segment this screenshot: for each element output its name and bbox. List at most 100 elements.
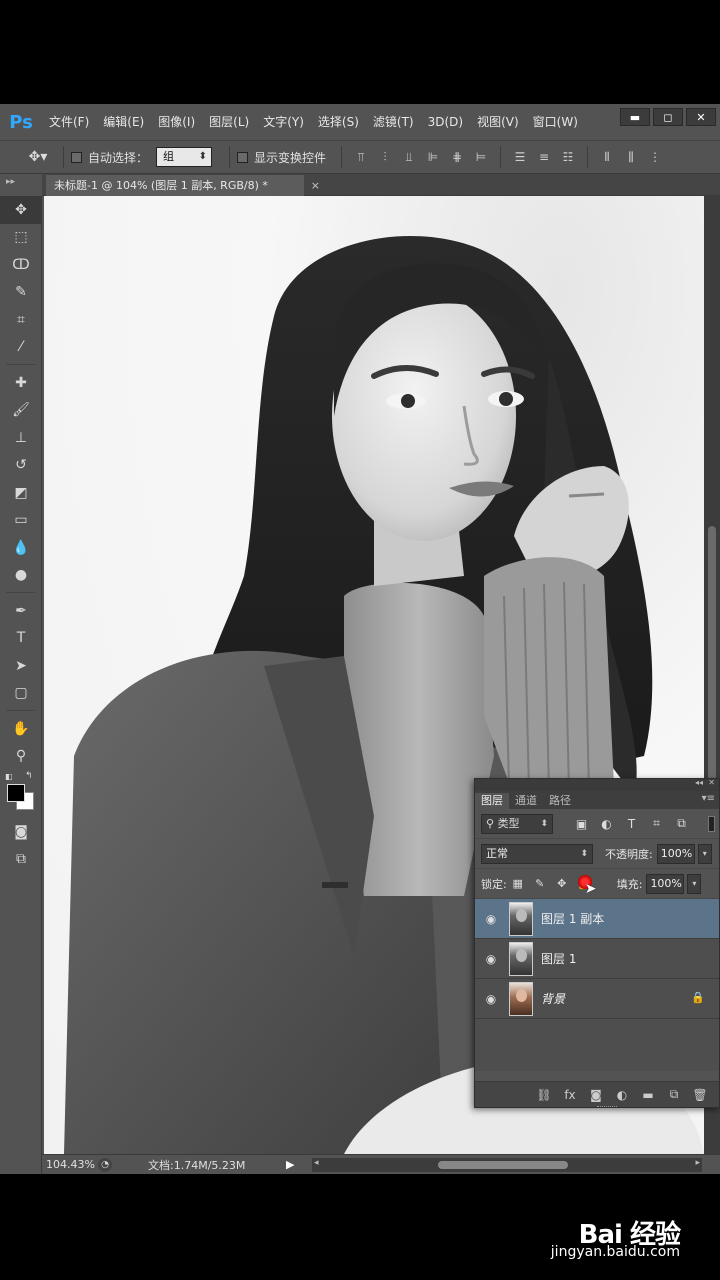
scroll-right-icon[interactable]: ▸ (695, 1158, 700, 1168)
tab-layers[interactable]: 图层 (475, 793, 509, 809)
menu-edit[interactable]: 编辑(E) (96, 104, 151, 140)
distribute-right-icon[interactable]: ⋮ (643, 146, 667, 168)
align-vcenter-icon[interactable]: ⫶ (373, 146, 397, 168)
brush-tool-icon[interactable]: 🖌 (0, 397, 42, 425)
add-mask-icon[interactable]: ◙ (583, 1088, 609, 1102)
filter-toggle-switch[interactable] (708, 816, 715, 832)
opacity-input[interactable]: 100% (656, 843, 695, 864)
move-tool-icon[interactable]: ✥ (0, 196, 42, 224)
menu-type[interactable]: 文字(Y) (256, 104, 311, 140)
layer-name[interactable]: 图层 1 副本 (541, 910, 604, 927)
align-bottom-icon[interactable]: ⫫ (397, 146, 421, 168)
swap-colors-icon[interactable]: ↰ (25, 771, 33, 781)
tab-paths[interactable]: 路径 (543, 793, 577, 809)
filter-pixel-icon[interactable]: ▣ (569, 817, 594, 831)
layer-filter-dropdown[interactable]: ⚲ 类型 (481, 813, 553, 834)
gradient-tool-icon[interactable]: ▭ (0, 507, 42, 535)
menu-3d[interactable]: 3D(D) (421, 104, 470, 140)
screen-mode-icon[interactable]: ⧉ (0, 846, 42, 874)
layer-row[interactable]: ◉ 图层 1 (475, 939, 719, 979)
quick-mask-icon[interactable]: ◙ (0, 818, 42, 846)
scroll-left-icon[interactable]: ◂ (314, 1158, 319, 1168)
dodge-tool-icon[interactable]: ● (0, 562, 42, 590)
path-select-tool-icon[interactable]: ➤ (0, 652, 42, 680)
distribute-left-icon[interactable]: ⦀ (595, 146, 619, 168)
lasso-tool-icon[interactable]: ↀ (0, 251, 42, 279)
stamp-tool-icon[interactable]: ⊥ (0, 424, 42, 452)
marquee-tool-icon[interactable]: ⬚ (0, 224, 42, 252)
close-button[interactable]: ✕ (686, 108, 716, 126)
panel-resize-grip[interactable] (597, 1106, 617, 1109)
crop-tool-icon[interactable]: ⌗ (0, 306, 42, 334)
blur-tool-icon[interactable]: 💧 (0, 534, 42, 562)
menu-window[interactable]: 窗口(W) (526, 104, 585, 140)
document-tab[interactable]: 未标题-1 @ 104% (图层 1 副本, RGB/8) * × (46, 175, 320, 196)
align-top-icon[interactable]: ⫪ (349, 146, 373, 168)
horizontal-scroll-thumb[interactable] (438, 1161, 568, 1169)
auto-select-checkbox[interactable] (71, 151, 82, 163)
rectangle-tool-icon[interactable]: ▢ (0, 680, 42, 708)
lock-all-icon[interactable]: ➤🔒 (573, 875, 596, 897)
new-group-icon[interactable]: ▬ (635, 1088, 661, 1102)
menu-select[interactable]: 选择(S) (311, 104, 366, 140)
history-brush-tool-icon[interactable]: ↺ (0, 452, 42, 480)
panel-collapse-icon[interactable]: ◂◂ (695, 778, 703, 787)
layer-row[interactable]: ◉ 背景 🔒 (475, 979, 719, 1019)
type-tool-icon[interactable]: T (0, 625, 42, 653)
menu-file[interactable]: 文件(F) (42, 104, 96, 140)
status-menu-arrow-icon[interactable]: ▶ (286, 1158, 294, 1171)
panel-header[interactable]: ◂◂ ✕ (475, 778, 719, 791)
default-colors-icon[interactable]: ◧ (5, 772, 13, 781)
auto-select-dropdown[interactable]: 组 (156, 147, 213, 167)
distribute-vcenter-icon[interactable]: ≡ (532, 146, 556, 168)
filter-adjustment-icon[interactable]: ◐ (594, 817, 619, 831)
quick-select-tool-icon[interactable]: ✎ (0, 279, 42, 307)
layer-row[interactable]: ◉ 图层 1 副本 (475, 899, 719, 939)
align-right-icon[interactable]: ⊨ (469, 146, 493, 168)
collapse-arrows-icon[interactable]: ▸▸ (6, 177, 15, 187)
color-swatches[interactable]: ◧ ↰ (0, 770, 42, 818)
eye-icon[interactable]: ◉ (475, 952, 507, 966)
minimize-button[interactable]: ▬ (620, 108, 650, 126)
align-left-icon[interactable]: ⊫ (421, 146, 445, 168)
opacity-dropdown-icon[interactable]: ▾ (697, 843, 712, 864)
filter-shape-icon[interactable]: ⌗ (644, 816, 669, 831)
zoom-tool-icon[interactable]: ⚲ (0, 743, 42, 771)
filter-smart-object-icon[interactable]: ⧉ (669, 816, 694, 831)
move-tool-preset-icon[interactable]: ✥▾ (20, 145, 56, 169)
align-hcenter-icon[interactable]: ⋕ (445, 146, 469, 168)
layer-style-icon[interactable]: fx (557, 1088, 583, 1102)
distribute-hcenter-icon[interactable]: ⫼ (619, 146, 643, 168)
healing-brush-tool-icon[interactable]: ✚ (0, 369, 42, 397)
hand-tool-icon[interactable]: ✋ (0, 715, 42, 743)
status-info-icon[interactable]: ◔ (98, 1157, 112, 1172)
new-layer-icon[interactable]: ⧉ (661, 1087, 687, 1102)
horizontal-scrollbar[interactable]: ◂ ▸ (312, 1158, 702, 1172)
pen-tool-icon[interactable]: ✒ (0, 597, 42, 625)
lock-transparent-icon[interactable]: ▦ (507, 877, 529, 890)
lock-image-icon[interactable]: ✎ (529, 877, 551, 890)
link-layers-icon[interactable]: ⛓ (531, 1088, 557, 1102)
panel-menu-icon[interactable]: ▾≡ (702, 793, 715, 804)
vertical-scroll-thumb[interactable] (708, 526, 716, 806)
eye-icon[interactable]: ◉ (475, 912, 507, 926)
menu-filter[interactable]: 滤镜(T) (366, 104, 421, 140)
eye-icon[interactable]: ◉ (475, 992, 507, 1006)
fill-input[interactable]: 100% (646, 873, 685, 894)
delete-layer-icon[interactable]: 🗑 (687, 1088, 713, 1102)
foreground-color-swatch[interactable] (7, 784, 25, 802)
eraser-tool-icon[interactable]: ◩ (0, 479, 42, 507)
lock-position-icon[interactable]: ✥ (551, 877, 573, 890)
filter-type-icon[interactable]: T (619, 817, 644, 831)
menu-layer[interactable]: 图层(L) (202, 104, 256, 140)
document-tab-close[interactable]: × (311, 175, 320, 196)
show-transform-checkbox[interactable] (237, 151, 249, 163)
adjustment-layer-icon[interactable]: ◐ (609, 1088, 635, 1102)
layer-name[interactable]: 背景 (541, 990, 565, 1007)
layer-name[interactable]: 图层 1 (541, 950, 576, 967)
panel-close-icon[interactable]: ✕ (708, 778, 715, 787)
blend-mode-dropdown[interactable]: 正常 (481, 843, 593, 864)
distribute-top-icon[interactable]: ☰ (508, 146, 532, 168)
maximize-button[interactable]: ◻ (653, 108, 683, 126)
menu-image[interactable]: 图像(I) (151, 104, 202, 140)
